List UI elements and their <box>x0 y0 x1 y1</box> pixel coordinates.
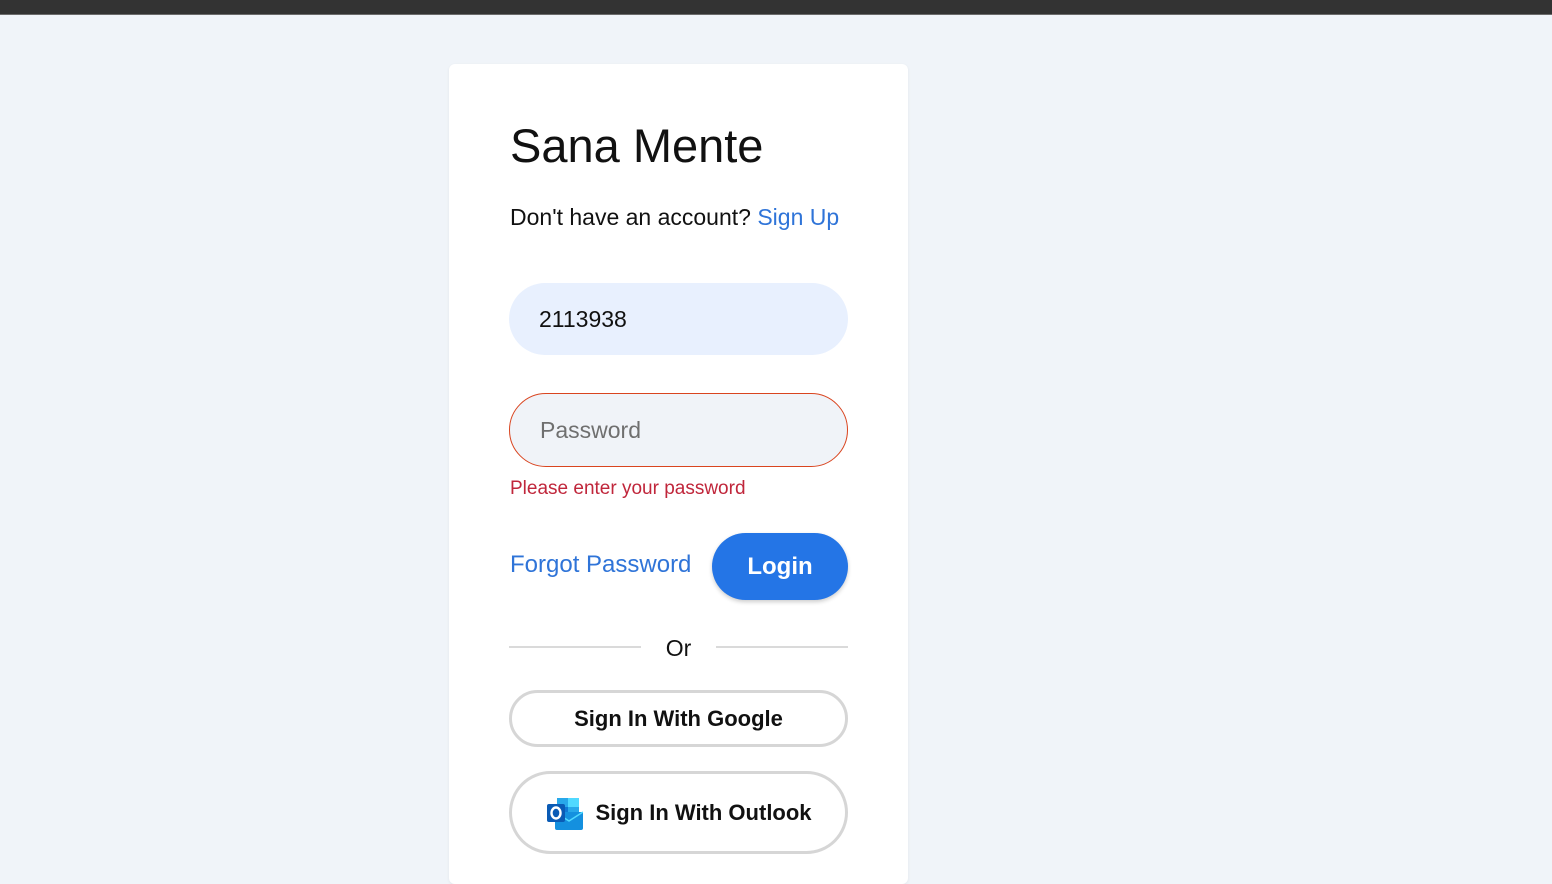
outlook-icon <box>545 796 584 830</box>
user-id-input[interactable] <box>509 283 848 355</box>
outlook-signin-label: Sign In With Outlook <box>595 799 812 825</box>
signup-prompt-text: Don't have an account? <box>510 204 751 230</box>
login-card: Sana Mente Don't have an account? Sign U… <box>449 64 908 884</box>
outlook-signin-button[interactable]: Sign In With Outlook <box>509 771 848 854</box>
divider-line-left <box>509 646 641 648</box>
forgot-password-link[interactable]: Forgot Password <box>510 551 691 579</box>
login-button[interactable]: Login <box>712 533 848 600</box>
signup-prompt-row: Don't have an account? Sign Up <box>510 204 839 231</box>
password-input[interactable] <box>509 393 848 467</box>
password-error-message: Please enter your password <box>510 478 746 499</box>
window-top-bar <box>0 0 1552 15</box>
signup-link[interactable]: Sign Up <box>757 204 839 230</box>
app-title: Sana Mente <box>510 119 764 172</box>
google-signin-button[interactable]: Sign In With Google <box>509 690 848 747</box>
google-signin-label: Sign In With Google <box>574 705 783 731</box>
divider-label: Or <box>665 635 692 661</box>
divider-line-right <box>716 646 848 648</box>
